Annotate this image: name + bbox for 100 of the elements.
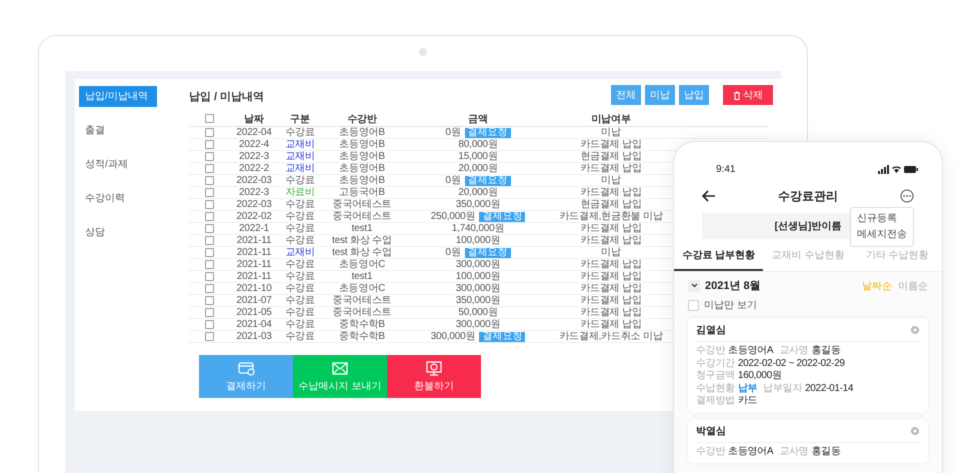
- amount-text: 15,000원: [458, 151, 498, 162]
- delete-button[interactable]: 삭제: [723, 85, 773, 105]
- checkbox[interactable]: [204, 164, 214, 173]
- table-cell: test 화상 수업: [321, 234, 403, 246]
- table-cell: 교재비: [279, 138, 321, 150]
- table-cell: test 화상 수업: [321, 246, 403, 258]
- column-header: 미납여부: [553, 112, 669, 126]
- request-button[interactable]: 결제요청: [479, 212, 526, 222]
- card-icon: [237, 360, 255, 376]
- checkbox[interactable]: [204, 128, 214, 137]
- tab[interactable]: 기타 수납현황: [852, 244, 942, 271]
- table-cell: 교재비: [279, 162, 321, 174]
- table-cell: 수강료: [279, 270, 321, 282]
- table-cell: 중국어테스트: [321, 306, 403, 318]
- checkbox[interactable]: [204, 224, 214, 233]
- table-cell: 중국어테스트: [321, 210, 403, 222]
- checkbox[interactable]: [688, 300, 699, 310]
- checkbox[interactable]: [204, 296, 214, 305]
- sidebar-item[interactable]: 납입/미납내역: [79, 86, 157, 107]
- amount-text: 80,000원: [458, 139, 498, 150]
- checkbox[interactable]: [204, 320, 214, 329]
- field-value: 홍길동: [811, 345, 840, 358]
- checkbox-label: 미납만 보기: [704, 299, 757, 312]
- request-button[interactable]: 결제요청: [464, 128, 511, 138]
- table-cell: 교재비: [279, 246, 321, 258]
- checkbox[interactable]: [204, 200, 214, 209]
- table-cell: 초등영어C: [321, 282, 403, 294]
- table-cell: 초등영어B: [321, 138, 403, 150]
- table-cell: 초등영어B: [321, 126, 403, 138]
- table-cell: 2022-3: [229, 186, 279, 198]
- checkbox[interactable]: [204, 152, 214, 161]
- checkbox[interactable]: [204, 140, 214, 149]
- checkbox[interactable]: [204, 188, 214, 197]
- table-cell: 초등영어B: [321, 162, 403, 174]
- table-cell: 수강료: [279, 306, 321, 318]
- checkbox[interactable]: [204, 332, 214, 341]
- student-name: 박열심: [696, 424, 726, 438]
- table-cell: 수강료: [279, 258, 321, 270]
- more-button[interactable]: [900, 189, 914, 203]
- checkbox[interactable]: [204, 114, 214, 124]
- amount-text: 100,000원: [456, 235, 500, 246]
- checkbox[interactable]: [204, 308, 214, 317]
- sidebar-item[interactable]: 상담: [79, 222, 157, 243]
- request-button[interactable]: 결제요청: [464, 248, 511, 258]
- action-button[interactable]: 수납메시지 보내기: [293, 355, 387, 398]
- field-label: 교사명: [779, 446, 808, 458]
- sidebar-item[interactable]: 수강이력: [79, 188, 157, 209]
- sort-option[interactable]: 날짜순: [862, 278, 892, 292]
- request-button[interactable]: 결제요청: [479, 332, 526, 342]
- filter-button[interactable]: 전체: [611, 85, 641, 105]
- checkbox[interactable]: [204, 284, 214, 293]
- request-button[interactable]: 결제요청: [464, 176, 511, 186]
- field-value: 초등영어A: [728, 345, 774, 358]
- table-cell: 미납: [553, 126, 669, 138]
- amount-text: 300,000원: [456, 283, 500, 294]
- column-header: 날짜: [229, 112, 279, 126]
- table-cell: 2021-11: [229, 270, 279, 282]
- table-cell: 카드결제 납입: [553, 162, 669, 174]
- action-button[interactable]: 결제하기: [199, 355, 293, 398]
- table-cell: 2021-03: [229, 330, 279, 342]
- amount-text: 300,000원: [456, 319, 500, 330]
- amount-text: 300,000원: [430, 331, 476, 342]
- amount-text: 0원: [445, 127, 461, 138]
- status-icons-drawing: [878, 165, 918, 174]
- table-cell: 2022-2: [229, 162, 279, 174]
- table-cell: 중학수학B: [321, 318, 403, 330]
- action-button[interactable]: 환불하기: [387, 355, 481, 398]
- checkbox[interactable]: [204, 272, 214, 281]
- sort-option[interactable]: 이름순: [898, 278, 928, 292]
- amount-text: 0원: [445, 247, 461, 258]
- checkbox[interactable]: [204, 176, 214, 185]
- column-header: 금액: [403, 112, 553, 126]
- table-cell: 2021-11: [229, 234, 279, 246]
- back-button[interactable]: [702, 190, 716, 202]
- envelope-icon: [331, 360, 349, 376]
- filter-button[interactable]: 납입: [679, 85, 709, 105]
- field-label: 납부일자: [763, 382, 802, 395]
- filter-button[interactable]: 미납: [645, 85, 675, 105]
- sidebar-item[interactable]: 성적/과제: [79, 154, 157, 175]
- menu-item[interactable]: 신규등록: [857, 211, 907, 227]
- checkbox[interactable]: [204, 260, 214, 269]
- field-value: 2022-02-02 ~ 2022-02-29: [738, 358, 845, 370]
- table-cell: 수강료: [279, 198, 321, 210]
- menu-item[interactable]: 메세지전송: [857, 227, 907, 243]
- amount-text: 20,000원: [458, 163, 498, 174]
- checkbox[interactable]: [204, 248, 214, 257]
- expand-button[interactable]: [688, 280, 700, 292]
- table-cell: 수강료: [279, 222, 321, 234]
- table-cell: 카드결제,현금환불 미납: [553, 210, 669, 222]
- checkbox[interactable]: [204, 212, 214, 221]
- column-header: 수강반: [321, 112, 403, 126]
- checkbox[interactable]: [204, 236, 214, 245]
- table-cell: 2022-03: [229, 174, 279, 186]
- table-cell: 수강료: [279, 126, 321, 138]
- tab[interactable]: 교재비 수납현황: [763, 244, 853, 271]
- sidebar-item[interactable]: 출결: [79, 120, 157, 141]
- table-cell: 카드결제 납입: [553, 138, 669, 150]
- amount-text: 350,000원: [456, 295, 500, 306]
- table-cell: 카드결제 납입: [553, 258, 669, 270]
- table-cell: 수강료: [279, 210, 321, 222]
